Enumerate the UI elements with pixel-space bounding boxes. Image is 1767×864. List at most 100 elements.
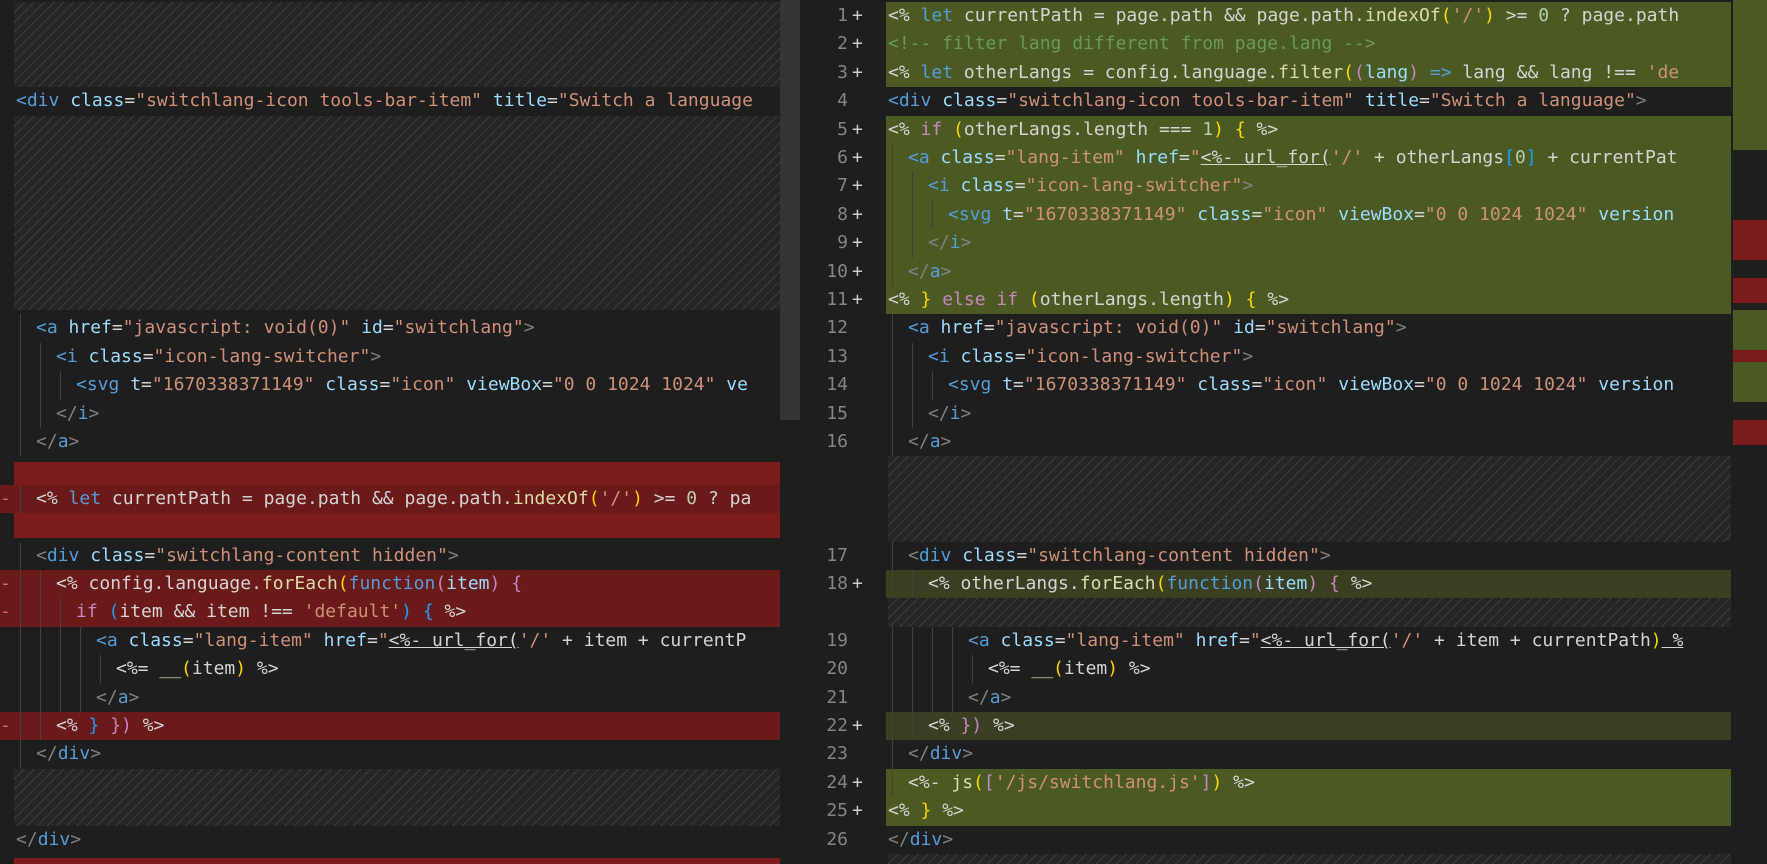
code-token: > — [1242, 345, 1254, 367]
code-line[interactable]: 4 <div class="switchlang-icon tools-bar-i… — [800, 87, 1731, 115]
code-text: <% let otherLangs = config.language.filt… — [888, 59, 1731, 87]
code-line[interactable]: 9 + </i> — [800, 229, 1731, 258]
code-token: ve — [715, 374, 748, 396]
code-line[interactable]: 17 <div class="switchlang-content hidden"… — [800, 541, 1731, 570]
code-line[interactable]: <i class="icon-lang-switcher"> — [0, 342, 780, 372]
code-line[interactable]: - <% let currentPath = page.path && page.… — [0, 484, 780, 514]
added-marker-icon: + — [852, 147, 863, 168]
code-token: = — [994, 147, 1006, 168]
code-token: <i — [56, 345, 78, 367]
code-line[interactable]: 16 </a> — [800, 428, 1731, 457]
code-token: ) — [1650, 629, 1662, 651]
indent-guide — [40, 399, 41, 428]
code-line[interactable]: 21 </a> — [800, 683, 1731, 712]
line-number: 2 — [837, 33, 848, 55]
code-line[interactable]: <div class="switchlang-content hidden"> — [0, 541, 780, 570]
code-line[interactable]: 12 <a href="javascript: void(0)" id="swit… — [800, 314, 1731, 343]
indent-guide — [20, 683, 21, 712]
code-line[interactable]: - <% } }) %> — [0, 712, 780, 741]
code-line[interactable]: 14 <svg t="1670338371149" class="icon" vi… — [800, 371, 1731, 400]
code-line[interactable]: 23 </div> — [800, 740, 1731, 769]
code-token: let — [920, 5, 954, 26]
original-pane[interactable]: <div class="switchlang-icon tools-bar-it… — [0, 0, 800, 864]
code-token: </ — [56, 402, 78, 424]
code-token: function — [348, 573, 436, 594]
indent-guide — [912, 683, 913, 712]
modified-pane[interactable]: 1 + <% let currentPath = page.path && page… — [800, 0, 1767, 864]
code-line[interactable]: <%= __(item) %> — [0, 655, 780, 684]
code-line[interactable]: 3 + <% let otherLangs = config.language.fi… — [800, 58, 1731, 88]
indent-guide — [60, 655, 61, 684]
code-token: page — [263, 487, 307, 509]
indent-guide — [892, 371, 893, 400]
code-line[interactable]: 2 + <!-- filter lang different from page.l… — [800, 30, 1731, 59]
code-token: > — [128, 686, 140, 708]
code-line[interactable]: <svg t="1670338371149" class="icon" view… — [0, 371, 780, 400]
code-token: "icon" — [390, 374, 456, 396]
line-number: 20 — [826, 658, 848, 680]
line-number: 17 — [826, 544, 848, 566]
code-line[interactable]: 24 + <%- js(['/js/switchlang.js']) %> — [800, 768, 1731, 798]
code-line[interactable]: 19 <a class="lang-item" href="<%- url_for… — [800, 626, 1731, 656]
code-token: " — [377, 629, 389, 651]
code-token: = — [141, 374, 152, 396]
code-text: <div class="switchlang-icon tools-bar-it… — [888, 87, 1731, 115]
code-token: <%- — [908, 771, 952, 793]
code-line[interactable]: </i> — [0, 399, 780, 428]
code-token: > — [962, 743, 974, 765]
code-text: </i> — [928, 400, 1731, 428]
code-line[interactable]: 7 + <i class="icon-lang-switcher"> — [800, 172, 1731, 201]
code-line[interactable]: 25 + <% } %> — [800, 797, 1731, 826]
code-token: "icon-lang-switcher" — [153, 345, 371, 367]
code-line[interactable]: 10 + </a> — [800, 257, 1731, 286]
code-token: <i — [928, 345, 950, 367]
code-line[interactable]: 1 + <% let currentPath = page.path && page… — [800, 2, 1731, 31]
indent-guide — [892, 712, 893, 741]
code-line[interactable]: 26 </div> — [800, 826, 1731, 854]
indent-guide — [40, 712, 41, 741]
code-token: ) — [1107, 658, 1119, 680]
indent-guide — [892, 570, 893, 599]
code-line[interactable]: <a class="lang-item" href="<%- url_for('… — [0, 626, 780, 656]
indent-guide — [20, 712, 21, 741]
code-token: ( — [1354, 61, 1365, 83]
code-token: = — [124, 90, 136, 112]
overview-ruler-mark — [1733, 350, 1767, 362]
code-line[interactable]: 18 + <% otherLangs.forEach(function(item) … — [800, 570, 1731, 599]
code-token: div — [26, 90, 60, 112]
code-token: " — [1189, 147, 1201, 168]
code-line[interactable]: <a href="javascript: void(0)" id="switch… — [0, 314, 780, 343]
code-line[interactable]: 13 <i class="icon-lang-switcher"> — [800, 342, 1731, 372]
indent-guide — [892, 257, 893, 286]
code-line[interactable]: 11 + <% } else if (otherLangs.length) { %> — [800, 286, 1731, 315]
code-line[interactable]: </div> — [0, 740, 780, 769]
indent-guide — [20, 399, 21, 428]
code-line[interactable]: </a> — [0, 683, 780, 712]
code-line[interactable]: 15 </i> — [800, 399, 1731, 428]
diff-overview-ruler[interactable] — [1733, 0, 1767, 864]
code-token: item — [1263, 573, 1308, 594]
code-line[interactable]: </div> — [0, 826, 780, 854]
code-token: = — [1251, 203, 1263, 225]
code-token: class — [314, 374, 380, 396]
code-line[interactable]: <div class="switchlang-icon tools-bar-it… — [0, 87, 780, 115]
code-line[interactable]: - if (item && item !== 'default') { %> — [0, 598, 780, 627]
code-token: { — [1234, 289, 1257, 310]
code-text: </i> — [56, 400, 780, 428]
code-line[interactable]: 22 + <% }) %> — [800, 712, 1731, 741]
added-marker-icon: + — [852, 203, 863, 225]
indent-guide — [912, 626, 913, 656]
code-line[interactable]: 6 + <a class="lang-item" href="<%- url_for… — [800, 144, 1731, 173]
code-token: ( — [973, 771, 984, 793]
code-text: <% } %> — [888, 797, 1731, 825]
code-line[interactable]: </a> — [0, 428, 780, 457]
code-text: </a> — [36, 428, 780, 456]
code-line[interactable]: 5 + <% if (otherLangs.length === 1) { %> — [800, 115, 1731, 144]
code-line[interactable]: 20 <%= __(item) %> — [800, 655, 1731, 684]
code-line[interactable]: 8 + <svg t="1670338371149" class="icon" vi… — [800, 200, 1731, 230]
code-token: a — [57, 431, 69, 452]
code-line[interactable]: - <% config.language.forEach(function(ite… — [0, 570, 780, 599]
left-scrollbar[interactable] — [780, 0, 800, 420]
code-token: + otherLangs — [1363, 147, 1505, 168]
code-text: </div> — [888, 826, 1731, 854]
